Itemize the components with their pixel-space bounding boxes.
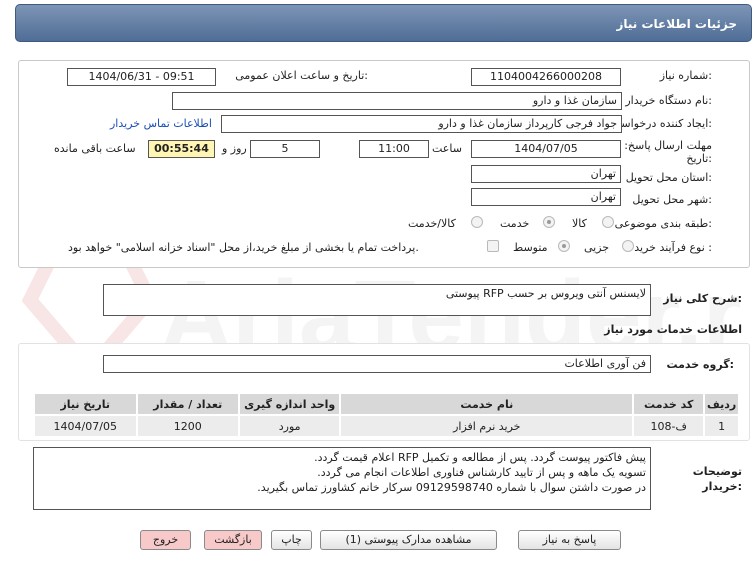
purchase-option-medium: متوسط: [513, 241, 548, 254]
need-number-label: شماره نیاز:: [659, 69, 712, 82]
remaining-time-field: 00:55:44: [148, 140, 215, 158]
deadline-label-2: تاریخ:: [686, 152, 712, 165]
purchase-radio-minor[interactable]: [622, 240, 634, 252]
back-button[interactable]: بازگشت: [204, 530, 262, 550]
page-header: جزئیات اطلاعات نیاز: [15, 4, 752, 42]
remaining-time-label: ساعت باقی مانده: [54, 142, 136, 155]
services-table-header: ردیف کد خدمت نام خدمت واحد اندازه گیری ت…: [33, 392, 740, 416]
col-qty: تعداد / مقدار: [135, 392, 240, 416]
attachments-button[interactable]: مشاهده مدارک پیوستی (1): [320, 530, 497, 550]
purchase-radio-medium[interactable]: [558, 240, 570, 252]
creator-field: جواد فرجی کارپرداز سازمان غذا و دارو: [221, 115, 622, 133]
buyer-org-label: نام دستگاه خریدار:: [625, 94, 712, 107]
page-title: جزئیات اطلاعات نیاز: [616, 17, 737, 31]
buyer-contact-link[interactable]: اطلاعات تماس خریدار: [110, 117, 212, 130]
city-field: تهران: [471, 188, 621, 206]
service-group-field: فن آوری اطلاعات: [103, 355, 651, 373]
deadline-time-field: 11:00: [359, 140, 429, 158]
buyer-notes-line: پیش فاکتور پیوست گردد. پس از مطالعه و تک…: [314, 451, 646, 464]
exit-button[interactable]: خروج: [140, 530, 191, 550]
treasury-checkbox[interactable]: [487, 240, 499, 252]
services-section-title: اطلاعات خدمات مورد نیاز: [604, 323, 742, 336]
buyer-notes-field: پیش فاکتور پیوست گردد. پس از مطالعه و تک…: [33, 447, 651, 510]
days-field: 5: [250, 140, 320, 158]
need-number-field: 1104004266000208: [471, 68, 621, 86]
treasury-note: پرداخت تمام یا بخشی از مبلغ خرید،از محل …: [68, 241, 419, 254]
cell-name: خرید نرم افزار: [339, 414, 635, 438]
print-button[interactable]: چاپ: [271, 530, 312, 550]
col-row: ردیف: [703, 392, 740, 416]
col-date: تاریخ نیاز: [33, 392, 138, 416]
cell-code: ف-108: [632, 414, 706, 438]
deadline-time-label: ساعت: [432, 142, 462, 155]
col-name: نام خدمت: [339, 392, 635, 416]
service-group-label: گروه خدمت:: [666, 358, 734, 371]
category-radio-service[interactable]: [543, 216, 555, 228]
purchase-option-minor: جزیی: [584, 241, 610, 254]
category-label: طبقه بندی موضوعی:: [614, 217, 712, 230]
cell-qty: 1200: [135, 414, 240, 438]
creator-label: ایجاد کننده درخواست:: [610, 117, 712, 130]
col-code: کد خدمت: [632, 392, 706, 416]
category-option-goods-service: کالا/خدمت: [408, 217, 456, 230]
purchase-type-label: نوع فرآیند خرید :: [634, 241, 712, 254]
city-label: شهر محل تحویل:: [632, 193, 712, 206]
buyer-notes-line: تسویه یک ماهه و پس از تایید کارشناس فناو…: [317, 466, 646, 479]
province-label: استان محل تحویل:: [625, 171, 712, 184]
summary-label: شرح کلی نیاز:: [663, 292, 742, 305]
deadline-label-1: مهلت ارسال پاسخ: تا: [614, 139, 712, 152]
days-label: روز و: [222, 142, 247, 155]
buyer-org-field: سازمان غذا و دارو: [172, 92, 622, 110]
cell-row: 1: [703, 414, 740, 438]
summary-field: لایسنس آنتی ویروس بر حسب RFP پیوستی: [103, 284, 651, 316]
cell-date: 1404/07/05: [33, 414, 138, 438]
col-unit: واحد اندازه گیری: [237, 392, 342, 416]
services-table: ردیف کد خدمت نام خدمت واحد اندازه گیری ت…: [33, 392, 740, 438]
cell-unit: مورد: [237, 414, 342, 438]
category-radio-goods-service[interactable]: [471, 216, 483, 228]
announce-date-label: تاریخ و ساعت اعلان عمومی:: [235, 69, 368, 82]
reply-button[interactable]: پاسخ به نیاز: [518, 530, 621, 550]
category-radio-goods[interactable]: [602, 216, 614, 228]
deadline-date-field: 1404/07/05: [471, 140, 621, 158]
province-field: تهران: [471, 165, 621, 183]
buyer-notes-label-1: توضیحات: [692, 465, 742, 478]
category-option-goods: کالا: [572, 217, 587, 230]
announce-date-field: 1404/06/31 - 09:51: [67, 68, 216, 86]
category-option-service: خدمت: [500, 217, 530, 230]
table-row: 1 ف-108 خرید نرم افزار مورد 1200 1404/07…: [33, 414, 740, 438]
buyer-notes-line: در صورت داشتن سوال با شماره 09129598740 …: [257, 481, 646, 494]
buyer-notes-label-2: خریدار:: [702, 480, 742, 493]
